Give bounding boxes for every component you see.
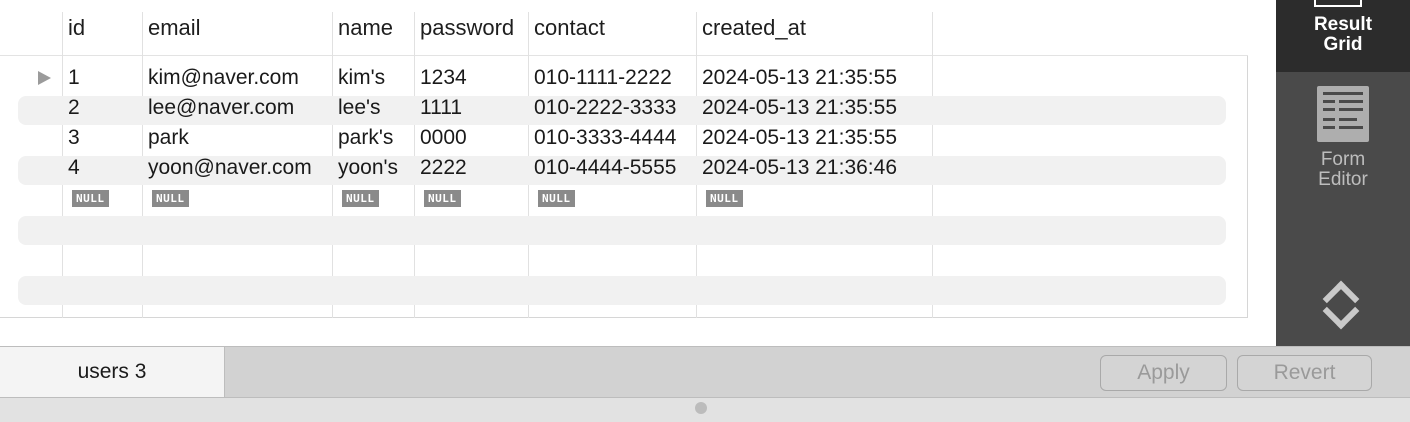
- result-grid-label-line2: Grid: [1323, 34, 1363, 55]
- null-badge[interactable]: NULL: [72, 190, 109, 207]
- cell-name[interactable]: lee's: [338, 96, 381, 120]
- cell-email[interactable]: kim@naver.com: [148, 66, 299, 90]
- header-divider: [0, 55, 1248, 56]
- cell-contact[interactable]: 010-1111-2222: [534, 66, 672, 90]
- cell-contact[interactable]: 010-3333-4444: [534, 126, 676, 150]
- cell-password[interactable]: 1111: [420, 96, 462, 120]
- row-stripe: [18, 276, 1226, 305]
- result-grid-label-line1: Result: [1313, 14, 1373, 35]
- cell-name[interactable]: park's: [338, 126, 393, 150]
- cell-email[interactable]: park: [148, 126, 189, 150]
- null-badge[interactable]: NULL: [342, 190, 379, 207]
- null-badge[interactable]: NULL: [538, 190, 575, 207]
- cell-id[interactable]: 3: [68, 126, 80, 150]
- column-header-created-at[interactable]: created_at: [702, 15, 806, 41]
- scroll-up-down-icon[interactable]: [1322, 276, 1362, 336]
- null-badge[interactable]: NULL: [152, 190, 189, 207]
- resize-handle-icon[interactable]: [695, 402, 707, 414]
- table-row[interactable]: 4 yoon@naver.com yoon's 2222 010-4444-55…: [0, 153, 1248, 183]
- new-row[interactable]: NULL NULL NULL NULL NULL NULL: [0, 184, 1248, 214]
- result-grid-button[interactable]: Result Grid: [1276, 0, 1410, 72]
- cell-created-at[interactable]: 2024-05-13 21:35:55: [702, 126, 897, 150]
- column-header-password[interactable]: password: [420, 15, 514, 41]
- cell-created-at[interactable]: 2024-05-13 21:35:55: [702, 96, 897, 120]
- cell-id[interactable]: 2: [68, 96, 80, 120]
- form-editor-label-line1: Form: [1320, 149, 1366, 170]
- result-grid: id email name password contact created_a…: [0, 0, 1276, 346]
- cell-password[interactable]: 1234: [420, 66, 467, 90]
- cell-email[interactable]: lee@naver.com: [148, 96, 294, 120]
- column-header-id[interactable]: id: [68, 15, 85, 41]
- cell-created-at[interactable]: 2024-05-13 21:35:55: [702, 66, 897, 90]
- result-tab-bar: users 3 Apply Revert: [0, 346, 1410, 398]
- row-stripe: [18, 216, 1226, 245]
- tab-users-3[interactable]: users 3: [0, 347, 225, 397]
- cell-password[interactable]: 0000: [420, 126, 467, 150]
- revert-button[interactable]: Revert: [1237, 355, 1372, 391]
- column-header-email[interactable]: email: [148, 15, 201, 41]
- view-side-panel: Result Grid Form Editor: [1276, 0, 1410, 346]
- cell-id[interactable]: 4: [68, 156, 80, 180]
- cell-id[interactable]: 1: [68, 66, 80, 90]
- null-badge[interactable]: NULL: [424, 190, 461, 207]
- current-row-arrow-icon: [38, 71, 51, 85]
- null-badge[interactable]: NULL: [706, 190, 743, 207]
- cell-email[interactable]: yoon@naver.com: [148, 156, 312, 180]
- table-row[interactable]: 2 lee@naver.com lee's 1111 010-2222-3333…: [0, 93, 1248, 123]
- cell-contact[interactable]: 010-4444-5555: [534, 156, 676, 180]
- table-row[interactable]: 3 park park's 0000 010-3333-4444 2024-05…: [0, 123, 1248, 153]
- cell-password[interactable]: 2222: [420, 156, 467, 180]
- cell-name[interactable]: kim's: [338, 66, 385, 90]
- result-grid-icon: [1314, 0, 1362, 7]
- cell-contact[interactable]: 010-2222-3333: [534, 96, 676, 120]
- apply-button[interactable]: Apply: [1100, 355, 1227, 391]
- column-header-contact[interactable]: contact: [534, 15, 605, 41]
- table-row[interactable]: 1 kim@naver.com kim's 1234 010-1111-2222…: [0, 63, 1248, 93]
- cell-name[interactable]: yoon's: [338, 156, 398, 180]
- form-editor-button[interactable]: Form Editor: [1276, 84, 1410, 204]
- column-header-name[interactable]: name: [338, 15, 393, 41]
- cell-created-at[interactable]: 2024-05-13 21:36:46: [702, 156, 897, 180]
- form-editor-label-line2: Editor: [1318, 169, 1368, 190]
- splitter-bar[interactable]: [0, 398, 1410, 422]
- form-editor-icon: [1317, 86, 1369, 142]
